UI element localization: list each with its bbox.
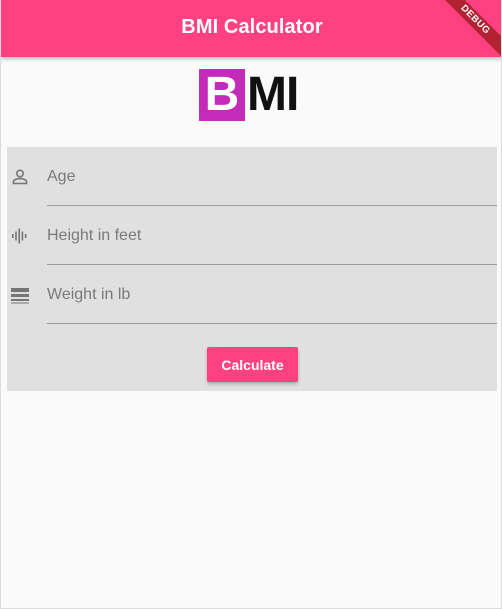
weight-field[interactable]: Weight in lb [7, 265, 497, 324]
line-weight-icon [11, 286, 29, 304]
height-input[interactable]: Height in feet [47, 227, 141, 245]
age-field[interactable]: Age [7, 147, 497, 206]
form-card: Age Height in feet Weight in lb Calculat… [7, 147, 497, 391]
logo-letters-mi: MI [247, 68, 299, 121]
app-window: BMI Calculator DEBUG B MI Age Height in … [0, 0, 502, 609]
app-bar: BMI Calculator [1, 0, 501, 57]
weight-underline [47, 323, 497, 324]
height-field[interactable]: Height in feet [7, 206, 497, 265]
weight-input[interactable]: Weight in lb [47, 286, 130, 304]
person-outline-icon [11, 168, 29, 186]
calculate-button[interactable]: Calculate [207, 347, 298, 382]
logo-letter-b: B [199, 69, 245, 121]
bmi-logo: B MI [199, 68, 299, 121]
graphic-eq-icon [11, 227, 29, 245]
age-input[interactable]: Age [47, 168, 75, 186]
app-title: BMI Calculator [181, 16, 323, 38]
